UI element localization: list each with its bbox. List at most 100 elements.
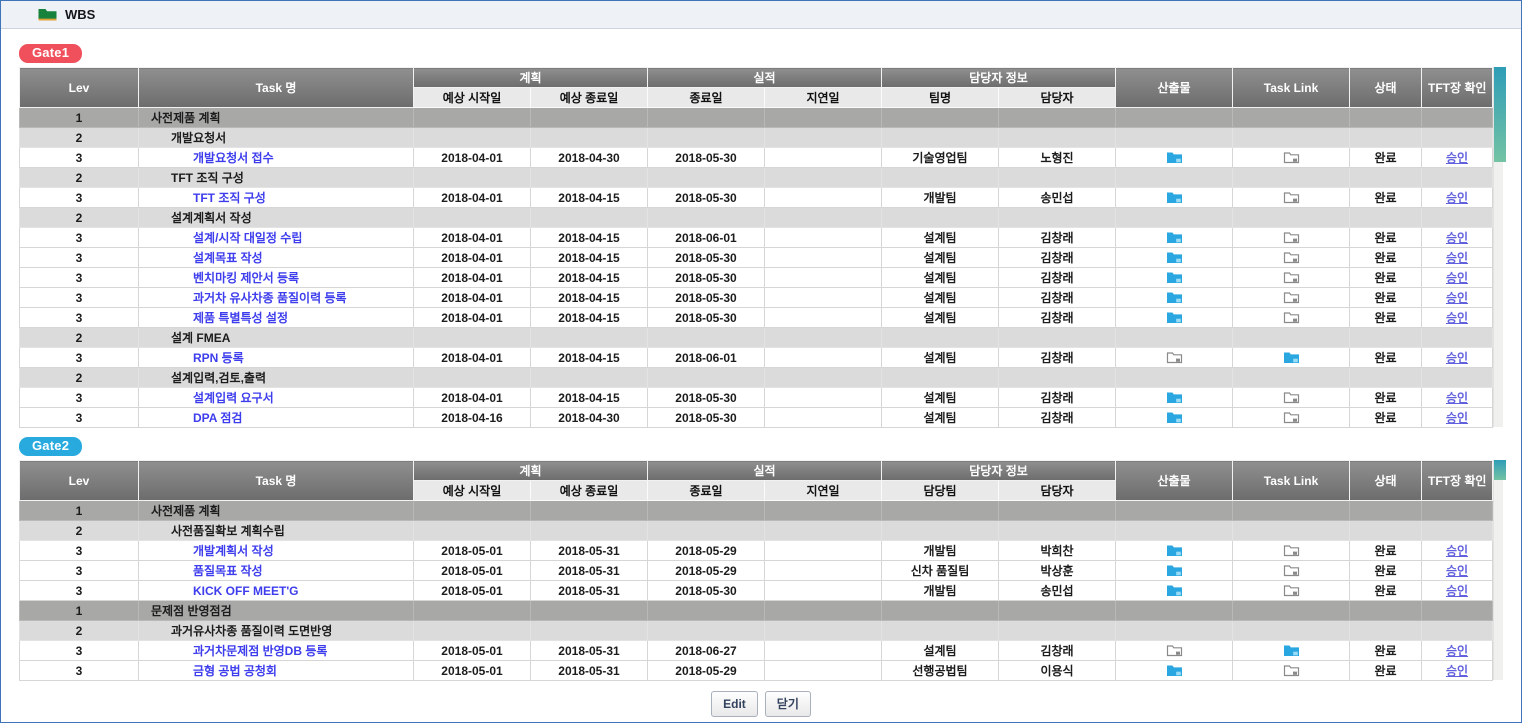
task-link-cell: [1233, 328, 1350, 348]
status-cell: [1350, 128, 1422, 148]
plan-start-cell: [414, 368, 531, 388]
blue-folder-icon[interactable]: [1166, 543, 1183, 558]
edit-button[interactable]: Edit: [711, 691, 758, 717]
task-name-link[interactable]: 과거차 유사차종 품질이력 등록: [193, 291, 347, 305]
approve-link[interactable]: 승인: [1446, 544, 1468, 558]
blue-folder-icon[interactable]: [1166, 250, 1183, 265]
gray-folder-icon[interactable]: [1166, 643, 1183, 658]
blue-folder-icon[interactable]: [1166, 150, 1183, 165]
plan-end-cell: [531, 501, 648, 521]
plan-start-cell: [414, 328, 531, 348]
table-row: 3품질목표 작성2018-05-012018-05-312018-05-29신차…: [20, 561, 1493, 581]
task-name-link[interactable]: 금형 공법 공청회: [193, 664, 277, 678]
blue-folder-icon[interactable]: [1166, 290, 1183, 305]
approve-link[interactable]: 승인: [1446, 271, 1468, 285]
gray-folder-icon[interactable]: [1283, 563, 1300, 578]
column-header-task: Task 명: [139, 68, 414, 108]
task-name-link[interactable]: DPA 점검: [193, 411, 242, 425]
approve-link[interactable]: 승인: [1446, 564, 1468, 578]
task-name-link[interactable]: KICK OFF MEET'G: [193, 584, 299, 598]
approve-link[interactable]: 승인: [1446, 251, 1468, 265]
task-name-link[interactable]: 벤치마킹 제안서 등록: [193, 271, 299, 285]
gray-folder-icon[interactable]: [1283, 310, 1300, 325]
approve-link[interactable]: 승인: [1446, 584, 1468, 598]
task-name-link[interactable]: 품질목표 작성: [193, 564, 263, 578]
approve-link[interactable]: 승인: [1446, 664, 1468, 678]
task-name-link[interactable]: TFT 조직 구성: [193, 191, 266, 205]
task-name-link[interactable]: 설계/시작 대일정 수립: [193, 231, 302, 245]
blue-folder-icon[interactable]: [1166, 410, 1183, 425]
approve-link[interactable]: 승인: [1446, 311, 1468, 325]
task-name-link[interactable]: 개발계획서 작성: [193, 544, 274, 558]
tft-confirm-cell: 승인: [1422, 641, 1493, 661]
task-link-cell: [1233, 308, 1350, 328]
gray-folder-icon[interactable]: [1283, 150, 1300, 165]
tft-confirm-cell: 승인: [1422, 661, 1493, 681]
close-button[interactable]: 닫기: [765, 691, 811, 717]
gray-folder-icon[interactable]: [1283, 190, 1300, 205]
task-link-cell: [1233, 148, 1350, 168]
approve-link[interactable]: 승인: [1446, 231, 1468, 245]
table-row: 3DPA 점검2018-04-162018-04-302018-05-30설계팀…: [20, 408, 1493, 428]
gate1-scrollbar-thumb[interactable]: [1494, 67, 1506, 162]
blue-folder-icon[interactable]: [1283, 350, 1300, 365]
delay-cell: [765, 348, 882, 368]
plan-end-cell: [531, 208, 648, 228]
gray-folder-icon[interactable]: [1283, 230, 1300, 245]
gate1-scrollbar[interactable]: [1493, 67, 1503, 427]
gray-folder-icon[interactable]: [1283, 290, 1300, 305]
wbs-folder-icon: [38, 8, 57, 22]
task-name-link[interactable]: 설계목표 작성: [193, 251, 263, 265]
approve-link[interactable]: 승인: [1446, 391, 1468, 405]
plan-start-cell: 2018-05-01: [414, 541, 531, 561]
gray-folder-icon[interactable]: [1283, 583, 1300, 598]
approve-link[interactable]: 승인: [1446, 191, 1468, 205]
owner-cell: [999, 501, 1116, 521]
status-cell: [1350, 208, 1422, 228]
owner-cell: 김창래: [999, 288, 1116, 308]
blue-folder-icon[interactable]: [1166, 583, 1183, 598]
blue-folder-icon[interactable]: [1166, 190, 1183, 205]
gate2-scrollbar[interactable]: [1493, 460, 1503, 680]
table-row: 3과거차 유사차종 품질이력 등록2018-04-012018-04-15201…: [20, 288, 1493, 308]
delay-cell: [765, 601, 882, 621]
tft-confirm-cell: 승인: [1422, 308, 1493, 328]
approve-link[interactable]: 승인: [1446, 151, 1468, 165]
actual-end-cell: [648, 368, 765, 388]
wbs-popup-window: WBS Gate1 Lev Task 명 계획: [0, 0, 1522, 723]
approve-link[interactable]: 승인: [1446, 411, 1468, 425]
task-name-link[interactable]: RPN 등록: [193, 351, 244, 365]
table-row: 2사전품질확보 계획수립: [20, 521, 1493, 541]
gray-folder-icon[interactable]: [1283, 270, 1300, 285]
gray-folder-icon[interactable]: [1283, 250, 1300, 265]
task-link-cell: [1233, 388, 1350, 408]
approve-link[interactable]: 승인: [1446, 291, 1468, 305]
task-name-link[interactable]: 제품 특별특성 설정: [193, 311, 288, 325]
gray-folder-icon[interactable]: [1283, 390, 1300, 405]
blue-folder-icon[interactable]: [1166, 310, 1183, 325]
blue-folder-icon[interactable]: [1166, 563, 1183, 578]
gray-folder-icon[interactable]: [1283, 543, 1300, 558]
table-row: 2설계 FMEA: [20, 328, 1493, 348]
blue-folder-icon[interactable]: [1166, 270, 1183, 285]
gray-folder-icon[interactable]: [1166, 350, 1183, 365]
blue-folder-icon[interactable]: [1283, 643, 1300, 658]
plan-end-cell: [531, 128, 648, 148]
approve-link[interactable]: 승인: [1446, 351, 1468, 365]
task-name-link[interactable]: 개발요청서 접수: [193, 151, 274, 165]
blue-folder-icon[interactable]: [1166, 663, 1183, 678]
team-cell: 선행공법팀: [882, 661, 999, 681]
gray-folder-icon[interactable]: [1283, 410, 1300, 425]
blue-folder-icon[interactable]: [1166, 390, 1183, 405]
tft-confirm-cell: [1422, 501, 1493, 521]
approve-link[interactable]: 승인: [1446, 644, 1468, 658]
blue-folder-icon[interactable]: [1166, 230, 1183, 245]
actual-end-cell: 2018-05-30: [648, 581, 765, 601]
gray-folder-icon[interactable]: [1283, 663, 1300, 678]
task-name-link[interactable]: 과거차문제점 반영DB 등록: [193, 644, 327, 658]
status-cell: 완료: [1350, 148, 1422, 168]
column-header-output: 산출물: [1116, 68, 1233, 108]
gate2-scrollbar-thumb[interactable]: [1494, 460, 1506, 480]
plan-start-cell: 2018-04-01: [414, 268, 531, 288]
task-name-link[interactable]: 설계입력 요구서: [193, 391, 274, 405]
